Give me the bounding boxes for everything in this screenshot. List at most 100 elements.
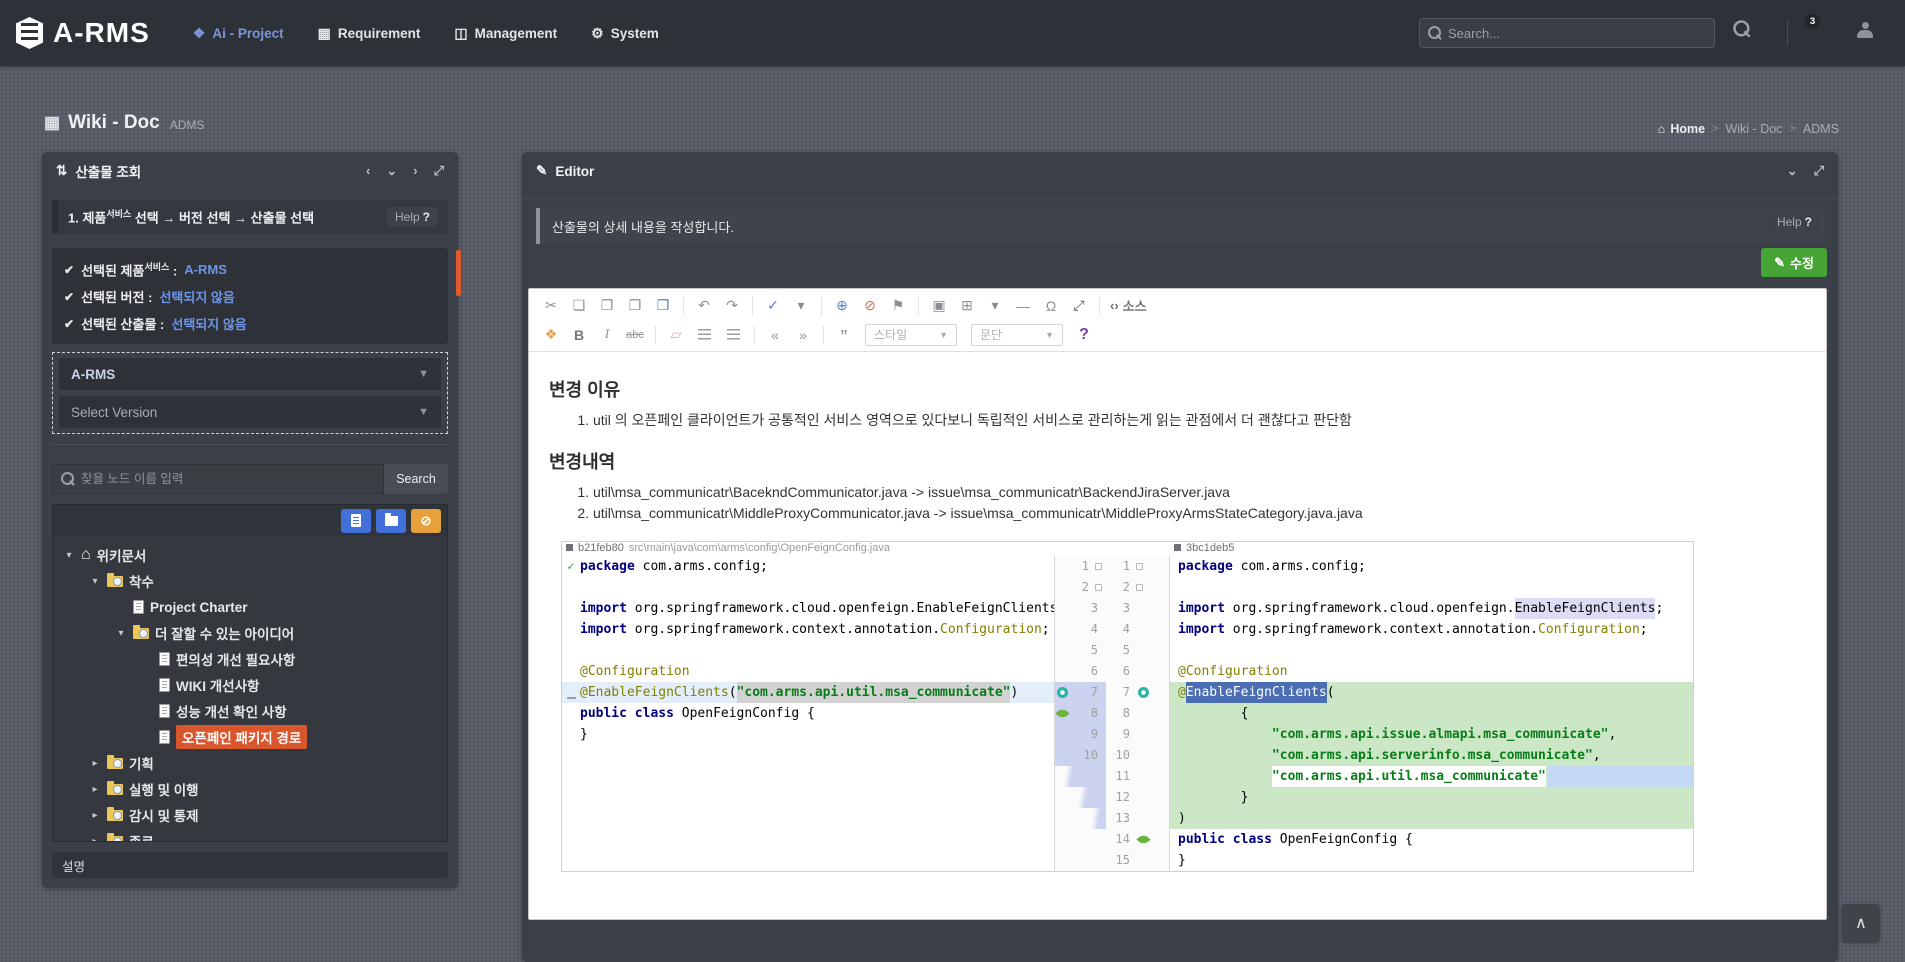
tree-item[interactable]: ▸기획 bbox=[53, 750, 447, 776]
table-caret-icon[interactable]: ▾ bbox=[983, 294, 1007, 318]
bold-icon[interactable]: B bbox=[567, 323, 591, 347]
expander-icon[interactable]: ▸ bbox=[89, 810, 101, 821]
blockquote-icon[interactable]: ” bbox=[832, 323, 856, 347]
diff-right-line[interactable]: "com.arms.api.serverinfo.msa_communicate… bbox=[1170, 745, 1693, 766]
diff-right-line[interactable] bbox=[1170, 577, 1693, 598]
chevron-right-icon[interactable]: › bbox=[413, 163, 417, 179]
breadcrumb-adms[interactable]: ADMS bbox=[1803, 122, 1839, 136]
fold-marker-icon[interactable] bbox=[1095, 584, 1102, 591]
cut-icon[interactable]: ✂ bbox=[539, 294, 563, 318]
diff-left-line[interactable] bbox=[562, 829, 1054, 850]
tree-item[interactable]: Project Charter bbox=[53, 594, 447, 620]
selected-product-value[interactable]: A-RMS bbox=[184, 262, 227, 277]
horizontal-line-icon[interactable]: ― bbox=[1011, 294, 1035, 318]
block-button[interactable]: ⊘ bbox=[411, 509, 441, 533]
node-search-button[interactable]: Search bbox=[384, 464, 448, 494]
remove-format-icon[interactable]: ▱ bbox=[664, 323, 688, 347]
paste-as-plain-text-icon[interactable]: ❐ bbox=[623, 294, 647, 318]
editor-help-button[interactable]: Help? bbox=[1769, 212, 1820, 232]
fold-marker-icon[interactable] bbox=[1136, 563, 1143, 570]
app-logo[interactable]: A-RMS bbox=[0, 17, 176, 49]
diff-left-line[interactable] bbox=[562, 745, 1054, 766]
open-folder-button[interactable] bbox=[376, 509, 406, 533]
format-dropdown[interactable]: 문단▼ bbox=[971, 324, 1063, 346]
numbered-list-icon[interactable] bbox=[698, 329, 711, 340]
diff-right-line[interactable]: import org.springframework.context.annot… bbox=[1170, 619, 1693, 640]
image-icon[interactable]: ▣ bbox=[927, 294, 951, 318]
diff-right-line[interactable]: public class OpenFeignConfig { bbox=[1170, 829, 1693, 850]
diff-left-line[interactable]: import org.springframework.cloud.openfei… bbox=[562, 598, 1054, 619]
diff-right-line[interactable]: @Configuration bbox=[1170, 661, 1693, 682]
special-character-icon[interactable]: Ω bbox=[1039, 294, 1063, 318]
table-icon[interactable]: ⊞ bbox=[955, 294, 979, 318]
diff-left-line[interactable] bbox=[562, 640, 1054, 661]
diff-left-line[interactable]: @EnableFeignClients("com.arms.api.util.m… bbox=[562, 682, 1054, 703]
edit-button[interactable]: ✎ 수정 bbox=[1761, 248, 1827, 277]
diff-left-line[interactable]: @Configuration bbox=[562, 661, 1054, 682]
new-document-button[interactable] bbox=[341, 509, 371, 533]
diff-left-line[interactable] bbox=[562, 577, 1054, 598]
diff-right-line[interactable]: import org.springframework.cloud.openfei… bbox=[1170, 598, 1693, 619]
version-select[interactable]: Select Version ▼ bbox=[59, 396, 441, 428]
diff-right-line[interactable]: "com.arms.api.issue.almapi.msa_communica… bbox=[1170, 724, 1693, 745]
indent-icon[interactable]: » bbox=[791, 323, 815, 347]
diff-left-line[interactable]: public class OpenFeignConfig { bbox=[562, 703, 1054, 724]
node-search-box[interactable] bbox=[52, 464, 384, 494]
global-search-input[interactable] bbox=[1448, 26, 1688, 41]
unlink-icon[interactable]: ⊘ bbox=[858, 294, 882, 318]
bulleted-list-icon[interactable] bbox=[727, 329, 740, 340]
tree-item[interactable]: ▸종료 bbox=[53, 828, 447, 842]
expander-icon[interactable]: ▾ bbox=[63, 550, 75, 561]
diff-right-line[interactable]: } bbox=[1170, 787, 1693, 808]
outdent-icon[interactable]: « bbox=[763, 323, 787, 347]
diff-right-line[interactable]: package com.arms.config; bbox=[1170, 556, 1693, 577]
paste-icon[interactable]: ❐ bbox=[595, 294, 619, 318]
diff-left-line[interactable]: ✓package com.arms.config; bbox=[562, 556, 1054, 577]
spell-check-icon[interactable]: ✓ bbox=[761, 294, 785, 318]
tree-item[interactable]: ▸실행 및 이행 bbox=[53, 776, 447, 802]
diff-left-line[interactable] bbox=[562, 850, 1054, 871]
help-icon[interactable]: ? bbox=[1072, 323, 1096, 347]
paste-from-word-icon[interactable]: ❐ bbox=[651, 294, 675, 318]
strikethrough-icon[interactable]: abc bbox=[623, 323, 647, 347]
editor-content-area[interactable]: ✂❏❐❐❐↶↷✓▾⊕⊘⚑▣⊞▾―Ω⤢‹›소스 ❖BIabc▱«»”스타일▼문단▼… bbox=[528, 288, 1827, 920]
style-dropdown[interactable]: 스타일▼ bbox=[865, 324, 957, 346]
description-footer[interactable]: 설명 bbox=[52, 852, 448, 878]
tree-item[interactable]: 성능 개선 확인 사항 bbox=[53, 698, 447, 724]
expander-icon[interactable]: ▾ bbox=[89, 576, 101, 587]
fold-marker-icon[interactable] bbox=[1136, 584, 1143, 591]
expander-icon[interactable]: ▸ bbox=[89, 836, 101, 843]
product-select[interactable]: A-RMS ▼ bbox=[59, 358, 441, 390]
link-icon[interactable]: ⊕ bbox=[830, 294, 854, 318]
breadcrumb-home[interactable]: ⌂ Home bbox=[1658, 122, 1705, 136]
diff-left-line[interactable] bbox=[562, 766, 1054, 787]
redo-icon[interactable]: ↷ bbox=[720, 294, 744, 318]
tree-item[interactable]: ▾더 잘할 수 있는 아이디어 bbox=[53, 620, 447, 646]
global-search[interactable] bbox=[1419, 18, 1715, 48]
chevron-down-icon[interactable]: ⌄ bbox=[1787, 163, 1798, 179]
maximize-icon[interactable]: ⤢ bbox=[1067, 294, 1091, 318]
expander-icon[interactable]: ▾ bbox=[115, 628, 127, 639]
spell-check-caret-icon[interactable]: ▾ bbox=[789, 294, 813, 318]
code-diff-view[interactable]: b21feb80 src\main\java\com\arms\config\O… bbox=[561, 541, 1694, 872]
templates-icon[interactable]: ❖ bbox=[539, 323, 563, 347]
selected-artifact-value[interactable]: 선택되지 않음 bbox=[171, 314, 246, 333]
nav-item-system[interactable]: ⚙System bbox=[574, 0, 676, 66]
fold-marker-icon[interactable] bbox=[1095, 563, 1102, 570]
diff-left-line[interactable] bbox=[562, 808, 1054, 829]
expander-icon[interactable]: ▸ bbox=[89, 784, 101, 795]
nav-item-ai-project[interactable]: ❖Ai - Project bbox=[176, 0, 301, 66]
tree-item[interactable]: ▾착수 bbox=[53, 568, 447, 594]
tree-item[interactable]: WIKI 개선사항 bbox=[53, 672, 447, 698]
nav-item-management[interactable]: ◫Management bbox=[437, 0, 574, 66]
expand-icon[interactable]: ⤢ bbox=[434, 163, 444, 179]
undo-icon[interactable]: ↶ bbox=[692, 294, 716, 318]
tree-item[interactable]: ▾⌂위키문서 bbox=[53, 542, 447, 568]
expander-icon[interactable]: ▸ bbox=[89, 758, 101, 769]
breadcrumb-wiki-doc[interactable]: Wiki - Doc bbox=[1725, 122, 1782, 136]
node-search-input[interactable] bbox=[81, 472, 375, 486]
diff-right-line[interactable] bbox=[1170, 640, 1693, 661]
selected-version-value[interactable]: 선택되지 않음 bbox=[159, 287, 234, 306]
diff-right-line[interactable]: "com.arms.api.util.msa_communicate" bbox=[1170, 766, 1693, 787]
sidebar-help-button[interactable]: Help? bbox=[387, 207, 438, 227]
